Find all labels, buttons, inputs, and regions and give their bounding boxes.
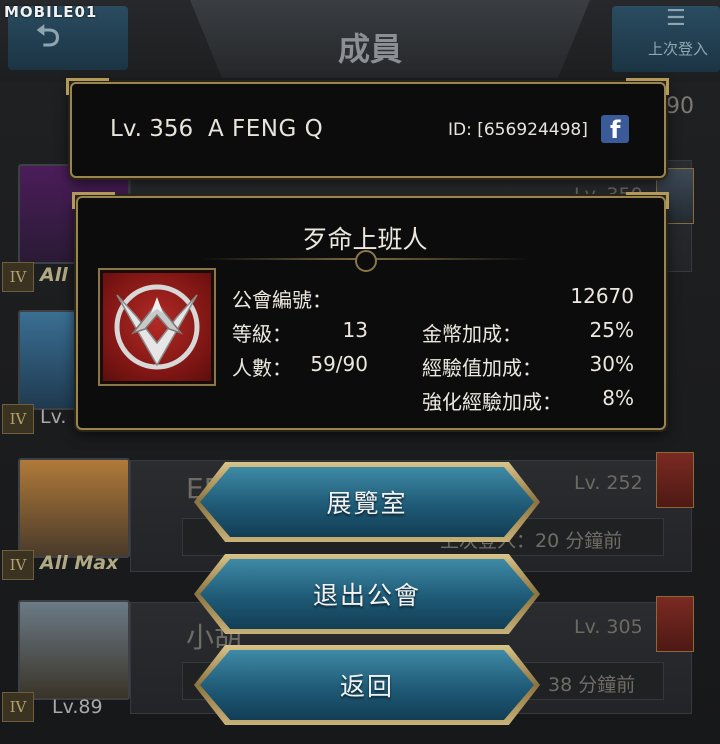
leave-guild-button-label: 退出公會	[312, 581, 421, 610]
avatar-tag: Lv.89	[52, 696, 103, 718]
member-avatar	[18, 458, 130, 558]
avatar-tag: All Max	[40, 552, 119, 574]
rank-badge: IV	[2, 550, 34, 580]
rank-badge: IV	[2, 262, 34, 292]
exp-bonus-label: 經驗值加成：	[422, 356, 542, 380]
frame-corner-ornament	[72, 192, 115, 209]
back-button-label: 返回	[339, 672, 394, 701]
guild-members-label: 人數：	[232, 356, 292, 380]
guild-members-value: 59/90	[310, 352, 368, 376]
sort-last-login-label: 上次登入	[648, 40, 709, 58]
title-ornament-icon	[355, 250, 377, 272]
guild-number-value: 12670	[570, 284, 634, 308]
gallery-button-label: 展覽室	[326, 489, 408, 518]
facebook-icon[interactable]: f	[601, 115, 629, 144]
member-last-login: 38 分鐘前	[548, 674, 636, 696]
list-icon: ☰	[666, 6, 686, 31]
frame-corner-ornament	[66, 78, 109, 95]
enhance-exp-bonus-value: 8%	[602, 386, 634, 410]
member-count: 90	[666, 94, 694, 119]
page-title: 成員	[337, 30, 402, 68]
frame-corner-ornament	[626, 192, 669, 209]
leave-guild-button[interactable]: 退出公會	[200, 559, 534, 629]
guild-number-label: 公會編號：	[232, 288, 332, 312]
player-name: A FENG Q	[208, 116, 324, 142]
gallery-button[interactable]: 展覽室	[200, 467, 534, 537]
enhance-exp-bonus-label: 強化經驗加成：	[422, 390, 562, 414]
player-id: ID: [656924498]	[448, 120, 588, 140]
member-avatar	[18, 600, 130, 700]
frame-corner-ornament	[626, 78, 669, 95]
avatar-tag: All	[40, 264, 68, 286]
avatar-tag: Lv.	[40, 406, 67, 428]
rank-badge: IV	[2, 404, 34, 434]
member-level: Lv. 305	[574, 616, 643, 638]
guild-grade-label: 等級：	[232, 322, 292, 346]
player-level: Lv. 356	[110, 116, 194, 142]
watermark: MOBILE01	[4, 3, 98, 21]
guild-emblem-icon	[103, 273, 211, 381]
exp-bonus-value: 30%	[589, 352, 634, 376]
rank-chevron-icon	[656, 452, 694, 508]
gold-bonus-value: 25%	[589, 318, 634, 342]
rank-chevron-icon	[656, 596, 694, 652]
rank-badge: IV	[2, 692, 34, 722]
gold-bonus-label: 金幣加成：	[422, 322, 522, 346]
return-arrow-icon: ⮌	[36, 19, 61, 54]
back-button[interactable]: 返回	[200, 650, 534, 720]
guild-grade-value: 13	[342, 318, 368, 342]
member-level: Lv. 252	[574, 472, 643, 494]
